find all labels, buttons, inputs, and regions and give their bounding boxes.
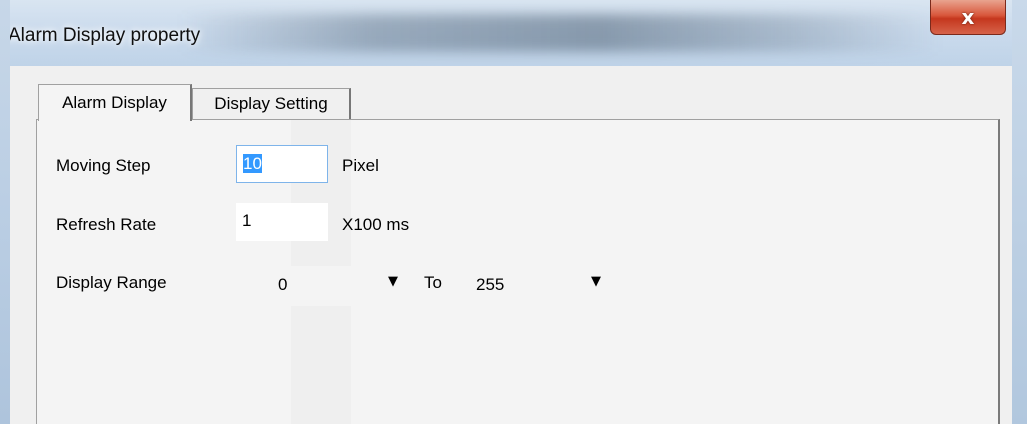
window-frame-left bbox=[0, 0, 10, 424]
refresh-rate-unit: X100 ms bbox=[342, 215, 410, 234]
window-frame-right bbox=[1012, 0, 1027, 424]
dialog-client-area: Display Setting Alarm Display Moving Ste… bbox=[10, 66, 1012, 424]
moving-step-value: 10 bbox=[243, 154, 262, 173]
display-range-label: Display Range bbox=[56, 273, 167, 292]
refresh-rate-value: 1 bbox=[242, 211, 252, 230]
tab-alarm-display[interactable]: Alarm Display bbox=[38, 84, 192, 121]
chevron-down-icon: ▼ bbox=[591, 274, 601, 289]
moving-step-label: Moving Step bbox=[56, 156, 151, 175]
refresh-rate-label: Refresh Rate bbox=[56, 215, 157, 234]
close-button[interactable]: x bbox=[930, 0, 1006, 35]
range-from-dropdown[interactable]: 0 ▼ bbox=[266, 266, 411, 306]
title-bar-glass bbox=[180, 14, 940, 52]
moving-step-unit: Pixel bbox=[342, 156, 379, 175]
title-bar[interactable]: Alarm Display property x bbox=[0, 0, 1027, 66]
chevron-down-icon: ▼ bbox=[388, 274, 398, 289]
tab-display-setting[interactable]: Display Setting bbox=[192, 88, 351, 119]
range-to-value: 255 bbox=[476, 275, 505, 294]
dialog-window: Alarm Display property x Display Setting… bbox=[0, 0, 1027, 424]
range-to-label: To bbox=[424, 273, 442, 292]
range-from-value: 0 bbox=[278, 275, 288, 294]
range-to-dropdown[interactable]: 255 ▼ bbox=[464, 266, 612, 306]
close-icon: x bbox=[961, 5, 975, 29]
moving-step-input[interactable]: 10 bbox=[236, 145, 328, 183]
refresh-rate-input[interactable]: 1 bbox=[236, 203, 328, 241]
window-title: Alarm Display property bbox=[8, 25, 201, 46]
